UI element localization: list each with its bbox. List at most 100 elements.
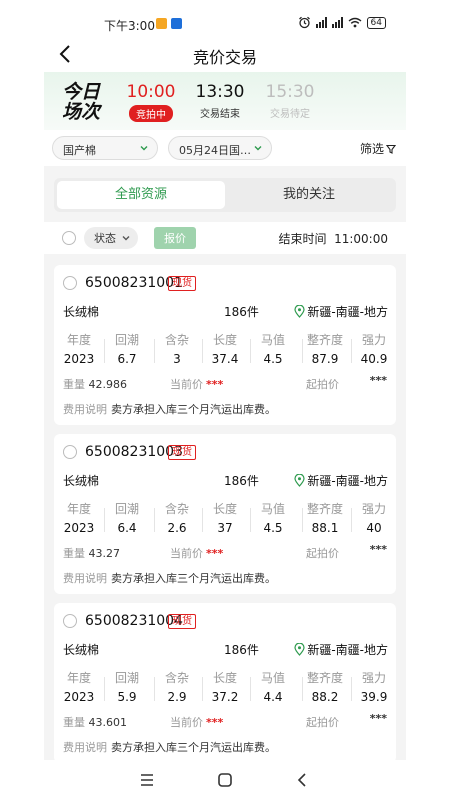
session-time: 15:30 bbox=[265, 82, 315, 102]
spec-value: 2.6 bbox=[167, 521, 187, 535]
spec-divider bbox=[154, 339, 155, 363]
location-text: 新疆-南疆-地方 bbox=[307, 643, 388, 657]
lot-checkbox[interactable] bbox=[63, 614, 77, 628]
spec-value: 40 bbox=[366, 521, 382, 535]
spec-divider bbox=[250, 339, 251, 363]
spec-label: 整齐度 bbox=[306, 502, 343, 516]
spec-value: 88.2 bbox=[311, 690, 339, 704]
piece-count: 186件 bbox=[224, 305, 259, 319]
session-slot-1330[interactable]: 13:30 交易结束 bbox=[181, 82, 259, 121]
back-icon[interactable] bbox=[293, 770, 313, 790]
spec-label: 整齐度 bbox=[306, 333, 343, 347]
lot-card[interactable]: 65008231001 现货 长绒棉 186件 新疆-南疆-地方 年度 2023 回潮 6.7 含… bbox=[54, 265, 396, 425]
tab-all-resources[interactable]: 全部资源 bbox=[57, 181, 225, 209]
spec-value: 2.9 bbox=[167, 690, 187, 704]
tab-my-following[interactable]: 我的关注 bbox=[225, 181, 393, 209]
spec-label: 回潮 bbox=[114, 502, 139, 516]
status-indicators: 64 bbox=[298, 16, 386, 29]
lot-checkbox[interactable] bbox=[63, 276, 77, 290]
spec-item: 长度 37.2 bbox=[200, 669, 250, 704]
end-time-value: 11:00:00 bbox=[334, 232, 388, 246]
weight-value: 43.27 bbox=[88, 547, 121, 560]
home-icon[interactable] bbox=[215, 770, 235, 790]
spec-label: 年度 bbox=[66, 671, 91, 685]
spec-label: 含杂 bbox=[164, 502, 189, 516]
location-text: 新疆-南疆-地方 bbox=[307, 474, 388, 488]
menu-icon[interactable] bbox=[137, 770, 157, 790]
origin-dropdown[interactable]: 国产棉 bbox=[52, 136, 158, 160]
spec-label: 年度 bbox=[66, 333, 91, 347]
cotton-type: 长绒棉 bbox=[63, 305, 100, 319]
spec-value: 3 bbox=[173, 352, 181, 366]
spec-grid: 年度 2023 回潮 6.7 含杂 3 长度 37.4 马值 4.5 整齐度 87.9 强力 40.9 bbox=[54, 331, 396, 371]
spec-grid: 年度 2023 回潮 6.4 含杂 2.6 长度 37 马值 4.5 整齐度 88.1 强力 40 bbox=[54, 500, 396, 540]
spec-label: 年度 bbox=[66, 502, 91, 516]
spec-value: 2023 bbox=[63, 521, 95, 535]
lot-card[interactable]: 65008231003 现货 长绒棉 186件 新疆-南疆-地方 年度 2023 回潮 6.4 含… bbox=[54, 434, 396, 594]
spec-label: 整齐度 bbox=[306, 671, 343, 685]
filter-label: 筛选 bbox=[359, 142, 384, 156]
funnel-icon bbox=[386, 144, 396, 154]
spec-item: 含杂 2.6 bbox=[152, 500, 202, 535]
weight-value: 42.986 bbox=[88, 378, 128, 391]
spec-item: 整齐度 87.9 bbox=[300, 331, 350, 366]
filter-button[interactable]: 筛选 bbox=[360, 140, 396, 157]
wifi-icon bbox=[348, 17, 361, 28]
fee-note: 费用说明 卖方承担入库三个月汽运出库费。 bbox=[63, 401, 276, 417]
lot-checkbox[interactable] bbox=[63, 445, 77, 459]
spec-value: 2023 bbox=[63, 352, 95, 366]
spec-item: 整齐度 88.2 bbox=[300, 669, 350, 704]
cotton-type: 长绒棉 bbox=[63, 474, 100, 488]
current-price-value: *** bbox=[206, 547, 224, 560]
spec-label: 含杂 bbox=[164, 671, 189, 685]
spec-item: 整齐度 88.1 bbox=[300, 500, 350, 535]
current-price-label: 当前价 bbox=[170, 547, 203, 560]
date-dropdown[interactable]: 05月24日国… bbox=[168, 136, 272, 160]
weight: 重量 43.601 bbox=[63, 714, 127, 730]
fee-label: 费用说明 bbox=[63, 741, 107, 754]
fee-text: 卖方承担入库三个月汽运出库费。 bbox=[111, 572, 276, 585]
spec-divider bbox=[202, 677, 203, 701]
spec-item: 强力 40 bbox=[349, 500, 399, 535]
spec-value: 37.4 bbox=[211, 352, 239, 366]
origin-dropdown-label: 国产棉 bbox=[63, 144, 96, 157]
spec-label: 回潮 bbox=[114, 671, 139, 685]
session-status: 交易待定 bbox=[270, 109, 310, 120]
signal-icon bbox=[331, 17, 343, 28]
session-time: 10:00 bbox=[126, 82, 176, 102]
start-price-value: *** bbox=[369, 712, 387, 725]
spec-value: 5.9 bbox=[117, 690, 137, 704]
spec-divider bbox=[351, 339, 352, 363]
select-all-checkbox[interactable] bbox=[62, 231, 76, 245]
spec-divider bbox=[302, 677, 303, 701]
session-slot-1530[interactable]: 15:30 交易待定 bbox=[251, 82, 329, 121]
current-price-value: *** bbox=[206, 716, 224, 729]
spec-item: 回潮 6.4 bbox=[102, 500, 152, 535]
date-dropdown-label: 05月24日国… bbox=[179, 144, 251, 157]
lot-card[interactable]: 65008231004 现货 长绒棉 186件 新疆-南疆-地方 年度 2023 回潮 5.9 含… bbox=[54, 603, 396, 763]
fee-label: 费用说明 bbox=[63, 403, 107, 416]
weight-label: 重量 bbox=[63, 547, 85, 560]
quote-button[interactable]: 报价 bbox=[154, 227, 196, 249]
state-dropdown[interactable]: 状态 bbox=[84, 227, 138, 249]
spec-divider bbox=[104, 677, 105, 701]
spec-item: 回潮 5.9 bbox=[102, 669, 152, 704]
spec-value: 37 bbox=[217, 521, 233, 535]
spec-item: 年度 2023 bbox=[54, 331, 104, 366]
spec-label: 含杂 bbox=[164, 333, 189, 347]
spec-divider bbox=[250, 677, 251, 701]
session-slot-1000[interactable]: 10:00 竞拍中 bbox=[112, 82, 190, 122]
current-price-label: 当前价 bbox=[170, 716, 203, 729]
spec-item: 长度 37.4 bbox=[200, 331, 250, 366]
chevron-down-icon bbox=[122, 236, 130, 241]
fee-note: 费用说明 卖方承担入库三个月汽运出库费。 bbox=[63, 739, 276, 755]
spec-label: 长度 bbox=[212, 671, 237, 685]
session-bar: 今日场次 10:00 竞拍中 13:30 交易结束 15:30 交易待定 bbox=[44, 72, 406, 130]
alarm-icon bbox=[298, 16, 310, 29]
spec-item: 马值 4.5 bbox=[248, 500, 298, 535]
chevron-down-icon bbox=[254, 146, 262, 151]
spec-item: 马值 4.4 bbox=[248, 669, 298, 704]
spec-divider bbox=[351, 508, 352, 532]
spec-grid: 年度 2023 回潮 5.9 含杂 2.9 长度 37.2 马值 4.4 整齐度 88.2 强力 39.9 bbox=[54, 669, 396, 709]
location: 新疆-南疆-地方 bbox=[294, 472, 388, 489]
